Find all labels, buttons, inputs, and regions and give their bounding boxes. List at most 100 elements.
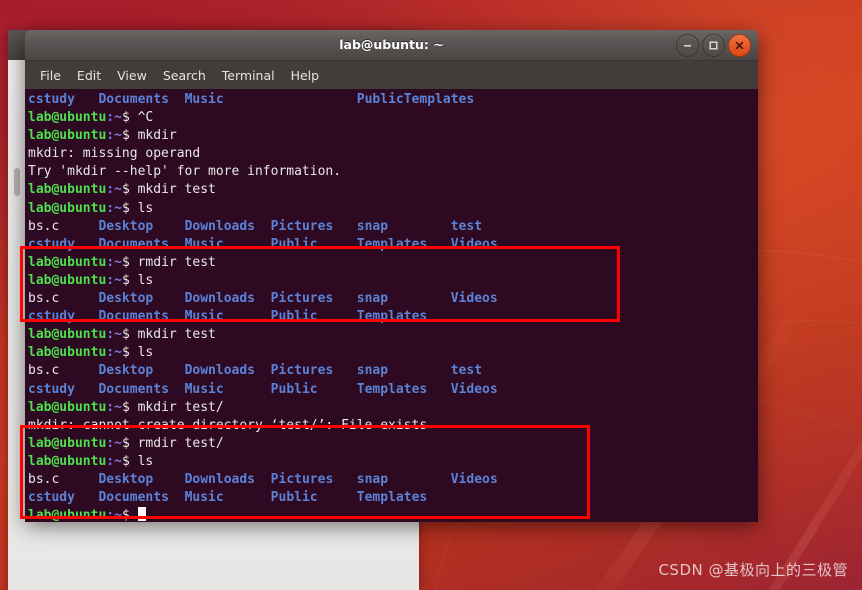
ls-directory: Documents [98, 236, 169, 252]
ls-directory: Documents [98, 381, 169, 397]
terminal-line: lab@ubuntu:~$ mkdir [28, 127, 758, 145]
prompt-sigil: $ [121, 435, 138, 451]
prompt-user-host: lab@ubuntu [28, 453, 107, 469]
prompt-colon: : [106, 345, 115, 361]
ls-directory: cstudy [28, 92, 75, 107]
prompt-user-host: lab@ubuntu [28, 128, 107, 144]
terminal-line: lab@ubuntu:~$ ^C [28, 109, 758, 127]
terminal-line: bs.c Desktop Downloads Pictures snap Vid… [28, 290, 758, 308]
ls-directory: cstudy [28, 490, 75, 506]
ls-directory: snap [356, 218, 389, 234]
ls-directory: test [450, 218, 483, 234]
ls-file: bs.c [28, 218, 60, 234]
terminal-line: cstudy Documents Music Public Templates … [28, 236, 758, 254]
ls-directory: Templates [356, 309, 428, 325]
terminal-line: lab@ubuntu:~$ ls [28, 453, 758, 471]
ls-directory: Templates [356, 490, 428, 506]
menu-item-help[interactable]: Help [284, 65, 327, 86]
ls-file: bs.c [28, 363, 60, 379]
prompt-path: ~ [114, 182, 122, 198]
prompt-sigil: $ [121, 110, 138, 126]
ls-directory: Videos [450, 381, 498, 397]
terminal-line: lab@ubuntu:~$ ls [28, 344, 758, 362]
ls-directory: Public [270, 236, 318, 252]
ls-directory: Videos [450, 291, 498, 307]
prompt-colon: : [106, 399, 115, 415]
menu-item-file[interactable]: File [33, 65, 68, 86]
terminal-screen[interactable]: cstudy Documents Music PublicTemplates la… [25, 89, 758, 522]
prompt-path: ~ [114, 254, 122, 270]
terminal-output-line: mkdir: cannot create directory ‘test/’: … [28, 417, 428, 433]
terminal-line: cstudy Documents Music PublicTemplates [28, 91, 758, 109]
terminal-command: ls [137, 345, 154, 361]
ls-directory: Pictures [270, 471, 334, 487]
prompt-colon: : [106, 453, 115, 469]
prompt-colon: : [106, 272, 115, 288]
ls-directory: cstudy [28, 381, 75, 397]
terminal-command: ls [137, 200, 154, 216]
terminal-line: lab@ubuntu:~$ rmdir test [28, 254, 758, 272]
prompt-user-host: lab@ubuntu [28, 272, 107, 288]
prompt-user-host: lab@ubuntu [28, 435, 107, 451]
terminal-line: lab@ubuntu:~$ mkdir test/ [28, 399, 758, 417]
prompt-sigil: $ [121, 453, 138, 469]
prompt-user-host: lab@ubuntu [28, 327, 107, 343]
menu-item-edit[interactable]: Edit [70, 65, 108, 86]
terminal-window[interactable]: lab@ubuntu: ~ File Edit View Search Term… [25, 30, 758, 522]
prompt-user-host: lab@ubuntu [28, 200, 107, 216]
ls-directory: test [450, 363, 483, 379]
terminal-command: ^C [137, 110, 154, 126]
prompt-path: ~ [114, 110, 122, 126]
close-button[interactable] [728, 34, 751, 57]
prompt-sigil: $ [121, 345, 138, 361]
ls-directory: Documents [98, 309, 169, 325]
menu-item-terminal[interactable]: Terminal [215, 65, 282, 86]
menu-item-view[interactable]: View [110, 65, 154, 86]
minimize-button[interactable] [676, 34, 699, 57]
terminal-line: mkdir: missing operand [28, 145, 758, 163]
prompt-sigil: $ [121, 254, 138, 270]
prompt-path: ~ [114, 327, 122, 343]
menu-item-search[interactable]: Search [156, 65, 213, 86]
terminal-titlebar[interactable]: lab@ubuntu: ~ [25, 30, 758, 61]
prompt-user-host: lab@ubuntu [28, 182, 107, 198]
ls-directory: Pictures [270, 218, 334, 234]
terminal-command: rmdir test [137, 254, 216, 270]
watermark: CSDN @基极向上的三极管 [658, 561, 848, 579]
prompt-colon: : [106, 435, 115, 451]
ls-directory: Desktop [98, 363, 154, 379]
ls-directory: Downloads [184, 291, 256, 307]
window-controls [676, 34, 751, 57]
ls-directory: Music [184, 490, 224, 506]
ls-directory: Public [356, 92, 404, 107]
terminal-cursor [137, 507, 146, 522]
ls-directory: Documents [98, 490, 169, 506]
background-window-scrollbar[interactable] [14, 168, 20, 196]
ls-directory: Templates [403, 92, 475, 107]
prompt-sigil: $ [121, 508, 138, 522]
prompt-colon: : [106, 508, 115, 522]
terminal-command: mkdir test [137, 327, 216, 343]
ls-directory: Public [270, 381, 318, 397]
prompt-colon: : [106, 254, 115, 270]
ls-directory: Downloads [184, 218, 256, 234]
ls-directory: Public [270, 309, 318, 325]
maximize-button[interactable] [702, 34, 725, 57]
terminal-line: lab@ubuntu:~$ rmdir test/ [28, 435, 758, 453]
prompt-colon: : [106, 128, 115, 144]
ls-directory: snap [356, 291, 389, 307]
prompt-sigil: $ [121, 399, 138, 415]
ls-directory: snap [356, 471, 389, 487]
terminal-line: cstudy Documents Music Public Templates … [28, 381, 758, 399]
ls-directory: Videos [450, 471, 498, 487]
ls-directory: Pictures [270, 291, 334, 307]
ls-directory: Desktop [98, 471, 154, 487]
terminal-menubar: File Edit View Search Terminal Help [25, 61, 758, 89]
terminal-line: cstudy Documents Music Public Templates [28, 308, 758, 326]
prompt-colon: : [106, 200, 115, 216]
prompt-user-host: lab@ubuntu [28, 399, 107, 415]
prompt-path: ~ [114, 345, 122, 361]
maximize-icon [709, 41, 718, 50]
ls-directory: Music [184, 309, 224, 325]
terminal-command: ls [137, 272, 154, 288]
